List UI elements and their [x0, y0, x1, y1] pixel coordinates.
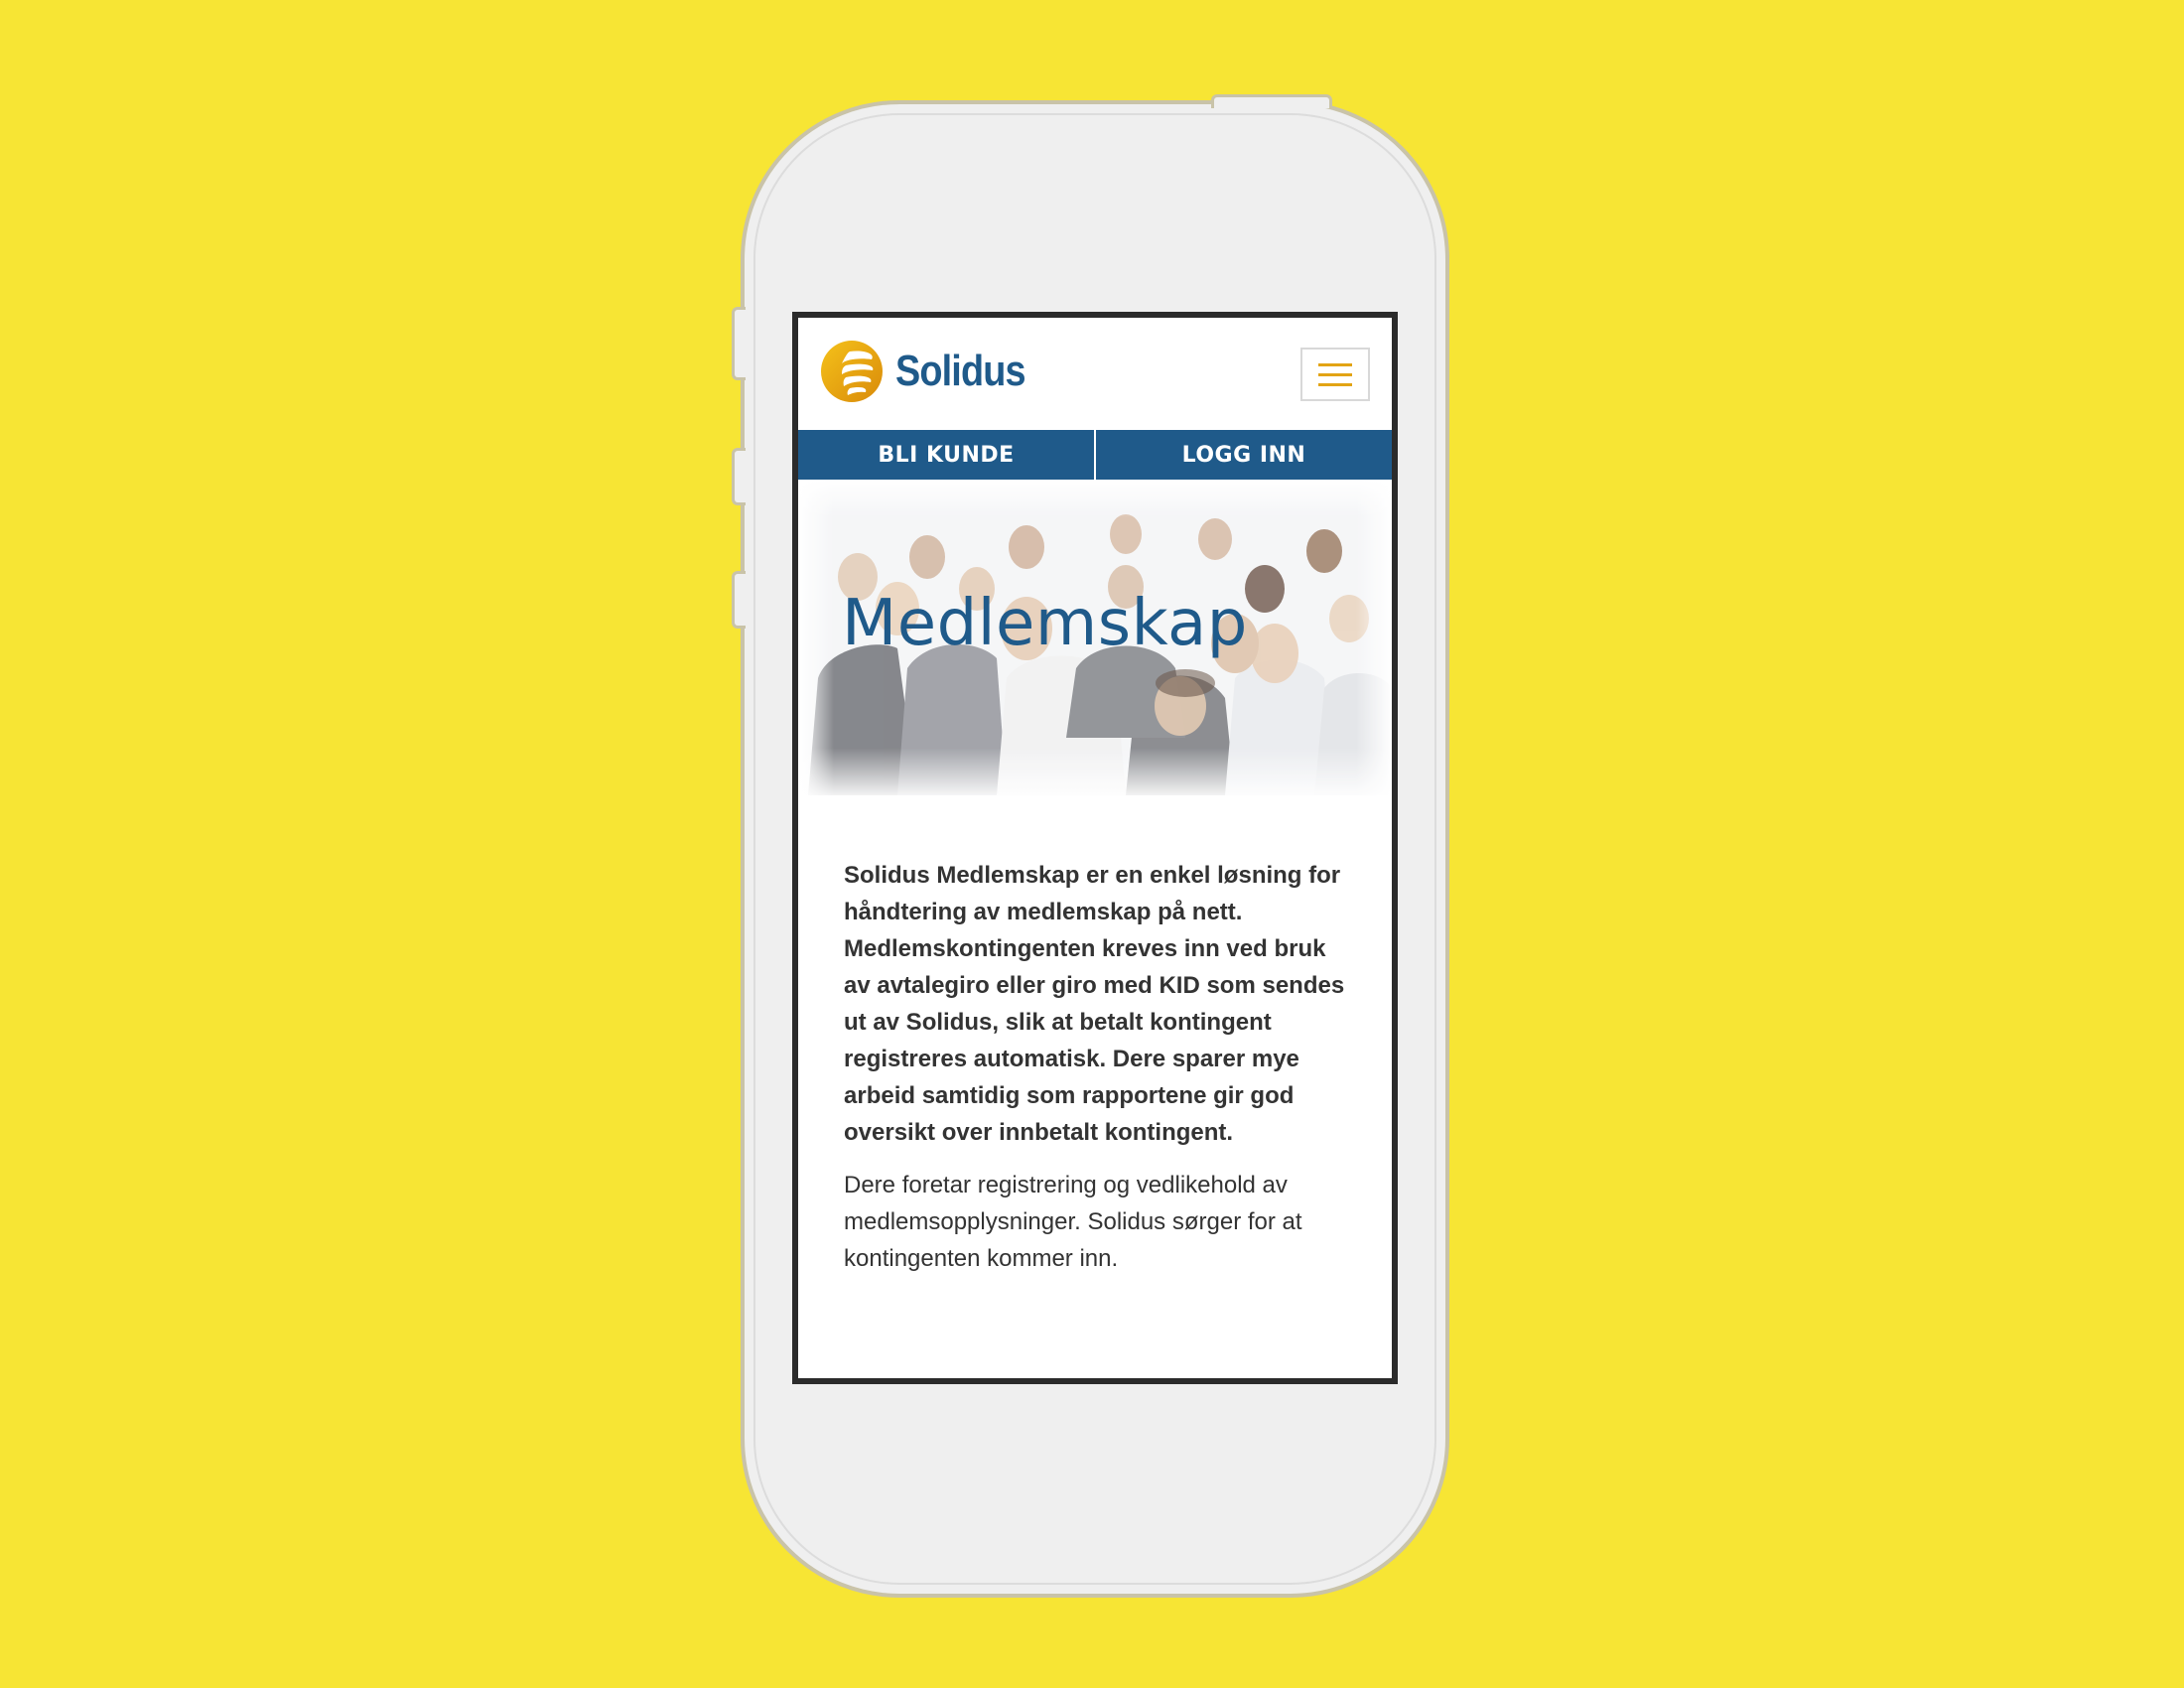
nav-logg-inn[interactable]: LOGG INN [1094, 430, 1392, 480]
logo[interactable]: Solidus [820, 340, 1046, 403]
hamburger-menu-button[interactable] [1300, 348, 1370, 401]
hamburger-icon-line [1318, 382, 1352, 386]
page-title: Medlemskap [842, 587, 1248, 660]
mute-switch [732, 307, 746, 380]
hero-banner: Medlemskap [798, 480, 1392, 795]
lead-paragraph: Solidus Medlemskap er en enkel løsning f… [844, 862, 1345, 1146]
site-header: Solidus [798, 318, 1392, 430]
main-content: Solidus Medlemskap er en enkel løsning f… [798, 795, 1392, 1277]
power-button [1211, 94, 1332, 108]
volume-up-button [732, 448, 746, 505]
nav-bli-kunde[interactable]: BLI KUNDE [798, 430, 1094, 480]
body-paragraph: Dere foretar registrering og vedlikehold… [844, 1172, 1302, 1272]
solidus-logo-icon [821, 341, 883, 402]
logo-text: Solidus [895, 347, 1025, 395]
hamburger-icon-line [1318, 362, 1352, 366]
top-nav: BLI KUNDE LOGG INN [798, 430, 1392, 480]
phone-screen: Solidus BLI KUNDE LOGG INN Medlemskap So… [792, 312, 1398, 1384]
hamburger-icon-line [1318, 372, 1352, 376]
volume-down-button [732, 571, 746, 629]
